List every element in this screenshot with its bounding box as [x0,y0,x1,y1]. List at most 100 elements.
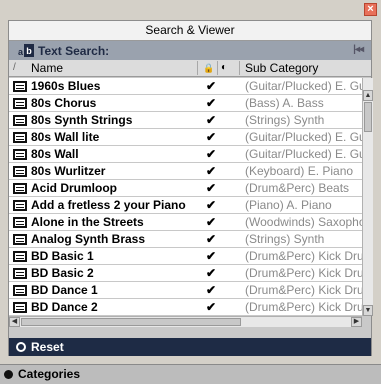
checkmark-icon: ✔ [206,130,217,144]
checkmark-icon: ✔ [206,96,217,110]
preset-list[interactable]: 1960s Blues✔(Guitar/Plucked) E. Guitar80… [9,78,362,316]
checkmark-icon: ✔ [206,164,217,178]
list-item[interactable]: 80s Chorus ✔ (Bass) A. Bass [9,95,362,112]
preset-subcategory: (Drum&Perc) Kick Drum [245,249,362,263]
preset-name: BD Basic 1 [31,249,94,263]
preset-icon [13,132,27,143]
preset-name: 80s Wurlitzer [31,164,106,178]
list-item[interactable]: 80s Wall ✔ (Guitar/Plucked) E. Guitar [9,146,362,163]
reset-radio-icon [16,342,26,352]
column-divider[interactable] [197,61,198,75]
horizontal-scroll-thumb[interactable] [21,318,241,326]
list-item[interactable]: BD Dance 2 ✔ (Drum&Perc) Kick Drum [9,299,362,316]
preset-name: Analog Synth Brass [31,232,146,246]
window-titlebar: × [0,0,381,18]
preset-icon [13,302,27,313]
horizontal-scrollbar[interactable]: ◀ ▶ [9,316,362,327]
preset-icon [13,183,27,194]
preset-icon [13,217,27,228]
preset-subcategory: (Keyboard) E. Piano [245,164,354,178]
column-divider[interactable] [217,61,218,75]
panel-title: Search & Viewer [9,21,371,41]
list-item[interactable]: 80s Wall lite ✔ (Guitar/Plucked) E. Guitar [9,129,362,146]
preset-subcategory: (Drum&Perc) Beats [245,181,350,195]
list-item[interactable]: Analog Synth Brass ✔ (Strings) Synth [9,231,362,248]
scroll-up-icon[interactable]: ▲ [363,90,373,101]
scroll-down-icon[interactable]: ▼ [363,305,373,316]
vertical-scrollbar[interactable]: ▲ ▼ [362,78,373,316]
reset-label: Reset [31,340,64,354]
checkmark-icon: ✔ [206,79,217,93]
checkmark-icon: ✔ [206,198,217,212]
preset-subcategory: (Piano) A. Piano [245,198,332,212]
checkmark-icon: ✔ [206,147,217,161]
preset-subcategory: (Bass) A. Bass [245,96,324,110]
preset-name: BD Basic 2 [31,266,94,280]
categories-label: Categories [18,367,81,381]
checkmark-icon: ✔ [206,249,217,263]
preset-icon [13,285,27,296]
list-item[interactable]: Add a fretless 2 your Piano ✔ (Piano) A. P… [9,197,362,214]
preset-subcategory: (Strings) Synth [245,232,325,246]
list-item[interactable]: 80s Synth Strings ✔ (Strings) Synth [9,112,362,129]
list-item[interactable]: Alone in the Streets ✔ (Woodwinds) Saxopho… [9,214,362,231]
checkmark-icon: ✔ [206,232,217,246]
checkmark-icon: ✔ [206,215,217,229]
lock-icon[interactable]: 🔒 [203,60,214,76]
preset-subcategory: (Drum&Perc) Kick Drum [245,300,362,314]
preset-subcategory: (Guitar/Plucked) E. Guitar [245,130,362,144]
preset-icon [13,81,27,92]
list-item[interactable]: BD Dance 1 ✔ (Drum&Perc) Kick Drum [9,282,362,299]
preset-subcategory: (Drum&Perc) Kick Drum [245,283,362,297]
list-item[interactable]: 80s Wurlitzer ✔ (Keyboard) E. Piano [9,163,362,180]
preset-name: 80s Wall lite [31,130,100,144]
checkmark-icon: ✔ [206,266,217,280]
reset-button[interactable]: Reset [9,338,371,356]
categories-section[interactable]: Categories [0,364,381,384]
preset-name: 80s Wall [31,147,79,161]
checkmark-icon: ✔ [206,300,217,314]
collapse-icon[interactable]: |◂◂ [353,44,364,55]
sort-indicator-icon[interactable]: / [13,60,16,76]
preset-icon [13,268,27,279]
column-subcategory-header[interactable]: Sub Category [245,60,318,76]
scroll-right-icon[interactable]: ▶ [351,317,362,327]
preset-subcategory: (Guitar/Plucked) E. Guitar [245,147,362,161]
preset-name: Alone in the Streets [31,215,144,229]
list-item[interactable]: BD Basic 1 ✔ (Drum&Perc) Kick Drum [9,248,362,265]
preset-subcategory: (Strings) Synth [245,113,325,127]
list-item[interactable]: BD Basic 2 ✔ (Drum&Perc) Kick Drum [9,265,362,282]
column-header: / Name 🔒 ◐ Sub Category [9,60,371,77]
column-name-header[interactable]: Name [31,60,63,76]
preset-icon [13,251,27,262]
column-divider[interactable] [239,61,240,75]
close-icon[interactable]: × [364,3,377,16]
preset-icon [13,234,27,245]
preset-name: Add a fretless 2 your Piano [31,198,186,212]
categories-dot-icon [4,370,13,379]
preset-icon [13,166,27,177]
checkmark-icon: ✔ [206,283,217,297]
list-item[interactable]: Acid Drumloop ✔ (Drum&Perc) Beats [9,180,362,197]
vertical-scroll-thumb[interactable] [364,102,372,132]
text-search-label: Text Search: [38,43,110,58]
preset-name: Acid Drumloop [31,181,117,195]
preset-icon [13,98,27,109]
preset-icon [13,200,27,211]
preset-icon [13,115,27,126]
preset-name: 1960s Blues [31,79,101,93]
preset-icon [13,149,27,160]
checkmark-icon: ✔ [206,113,217,127]
list-item[interactable]: 1960s Blues ✔ (Guitar/Plucked) E. Guitar [9,78,362,95]
preset-name: BD Dance 2 [31,300,98,314]
preset-name: 80s Chorus [31,96,97,110]
text-search-row[interactable]: ab Text Search: |◂◂ [9,41,371,60]
search-viewer-panel: Search & Viewer ab Text Search: |◂◂ / Na… [8,20,373,356]
preset-subcategory: (Drum&Perc) Kick Drum [245,266,362,280]
preset-subcategory: (Woodwinds) Saxophone [245,215,362,229]
preset-name: BD Dance 1 [31,283,98,297]
scroll-left-icon[interactable]: ◀ [9,317,20,327]
contrast-icon[interactable]: ◐ [221,60,227,76]
preset-subcategory: (Guitar/Plucked) E. Guitar [245,79,362,93]
text-search-icon: ab [18,43,34,58]
